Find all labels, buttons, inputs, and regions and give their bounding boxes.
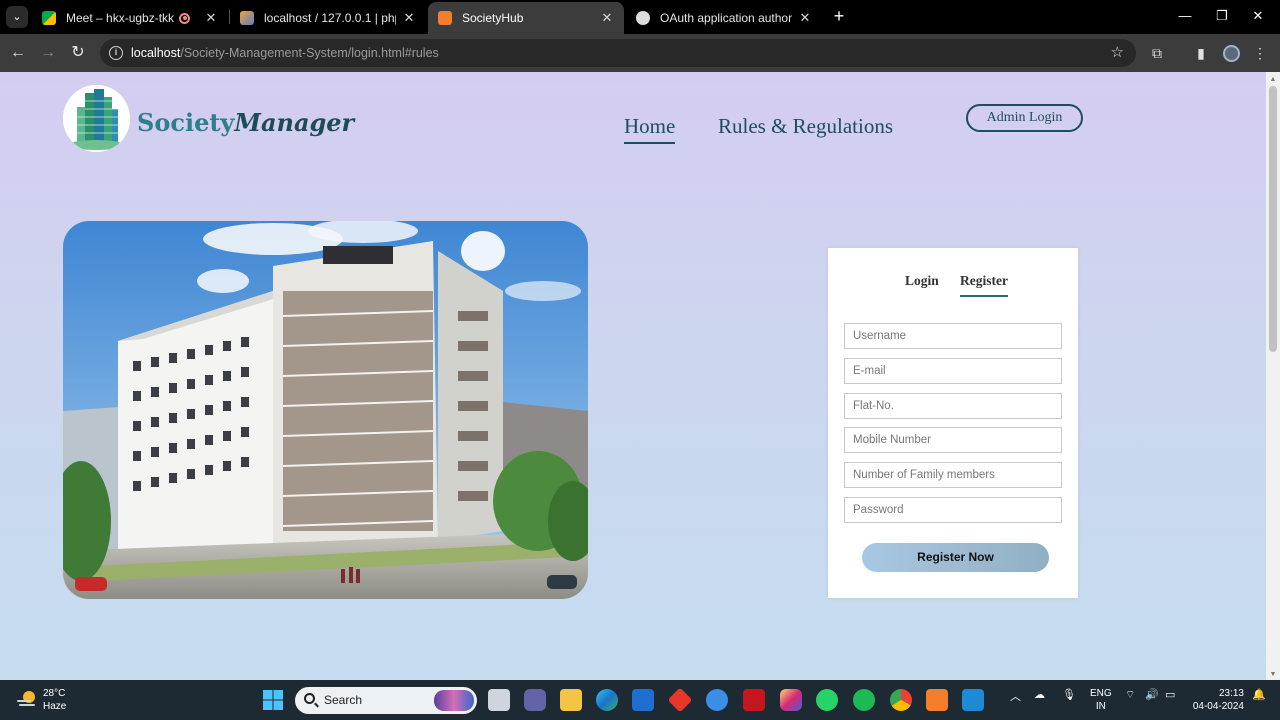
- hero-building-image: [63, 221, 588, 599]
- anydesk-icon[interactable]: [667, 687, 693, 713]
- battery-icon[interactable]: ▭: [1165, 688, 1175, 701]
- mobile-number-input[interactable]: [844, 427, 1062, 453]
- address-bar[interactable]: i localhost/Society-Management-System/lo…: [100, 39, 1136, 67]
- vscode-icon[interactable]: [962, 689, 984, 711]
- tab-phpmyadmin[interactable]: localhost / 127.0.0.1 | phpMyAd ✕: [230, 2, 426, 34]
- help-app-icon[interactable]: [706, 689, 728, 711]
- google-meet-icon: [42, 11, 56, 25]
- minimize-button[interactable]: —: [1175, 8, 1195, 23]
- url-text: localhost/Society-Management-System/logi…: [131, 46, 439, 60]
- phpmyadmin-icon: [240, 11, 254, 25]
- language-indicator[interactable]: ENG IN: [1090, 687, 1112, 713]
- apartment-building-illustration: [63, 221, 588, 599]
- page-scrollbar[interactable]: ▲ ▼: [1266, 72, 1280, 680]
- register-now-button[interactable]: Register Now: [862, 543, 1049, 572]
- xampp-icon: [438, 11, 452, 25]
- github-icon: [636, 11, 650, 25]
- site-logo[interactable]: [63, 85, 130, 152]
- tab-societyhub[interactable]: SocietyHub ✕: [428, 2, 624, 34]
- tab-search-button[interactable]: ⌄: [6, 6, 28, 28]
- page-viewport: SocietyManager Home Rules & Regulations …: [0, 72, 1266, 680]
- taskbar-search-box[interactable]: Search: [295, 687, 477, 714]
- tab-strip: ⌄ Meet – hkx-ugbz-tkk ✕ localhost / 127.…: [0, 0, 1280, 34]
- file-explorer-icon[interactable]: [560, 689, 582, 711]
- side-panel-icon[interactable]: ▮: [1191, 43, 1211, 63]
- profile-avatar[interactable]: [1223, 45, 1240, 62]
- onedrive-icon[interactable]: ☁: [1034, 688, 1045, 701]
- tab-login[interactable]: Login: [905, 273, 939, 289]
- volume-icon[interactable]: 🔊: [1145, 688, 1159, 701]
- forward-button[interactable]: →: [38, 43, 58, 63]
- restore-button[interactable]: ❐: [1212, 8, 1232, 24]
- scrollbar-thumb[interactable]: [1269, 86, 1277, 352]
- edge-browser-icon[interactable]: [596, 689, 618, 711]
- close-tab-icon[interactable]: ✕: [798, 10, 812, 26]
- tab-oauth[interactable]: OAuth application authorized ✕: [626, 2, 822, 34]
- building-logo-icon: [63, 85, 130, 152]
- spotify-icon[interactable]: [853, 689, 875, 711]
- password-input[interactable]: [844, 497, 1062, 523]
- admin-login-button[interactable]: Admin Login: [966, 104, 1083, 132]
- chrome-icon[interactable]: [890, 689, 912, 711]
- register-form-card: Login Register Register Now: [828, 248, 1078, 598]
- close-window-button[interactable]: ✕: [1248, 8, 1268, 24]
- close-tab-icon[interactable]: ✕: [600, 10, 614, 26]
- teams-chat-icon[interactable]: [524, 689, 546, 711]
- show-hidden-icons-chevron[interactable]: ︿: [1010, 688, 1021, 704]
- scroll-down-arrow-icon[interactable]: ▼: [1269, 671, 1277, 678]
- instagram-icon[interactable]: [780, 689, 802, 711]
- toolbar: ← → ↻ i localhost/Society-Management-Sys…: [0, 34, 1280, 72]
- xampp-icon[interactable]: [926, 689, 948, 711]
- tab-meet[interactable]: Meet – hkx-ugbz-tkk ✕: [32, 2, 228, 34]
- nav-home-link[interactable]: Home: [624, 114, 676, 144]
- haze-weather-icon: [17, 691, 35, 706]
- windows-start-icon[interactable]: [262, 689, 284, 711]
- extensions-icon[interactable]: ⧉: [1147, 43, 1167, 63]
- task-view-icon[interactable]: [488, 689, 510, 711]
- taskbar: 28°C Haze Search ︿ ☁ 🎙 ENG IN ⌔ 🔊 ▭ 23:1…: [0, 680, 1280, 720]
- site-brand[interactable]: SocietyManager: [137, 108, 354, 137]
- close-tab-icon[interactable]: ✕: [204, 10, 218, 26]
- back-button[interactable]: ←: [8, 43, 28, 63]
- scroll-up-arrow-icon[interactable]: ▲: [1269, 76, 1277, 83]
- site-info-icon[interactable]: i: [109, 46, 123, 60]
- wifi-icon[interactable]: ⌔: [1125, 688, 1135, 702]
- flat-number-input[interactable]: [844, 393, 1062, 419]
- menu-icon[interactable]: ⋮: [1250, 43, 1270, 63]
- whatsapp-icon[interactable]: [816, 689, 838, 711]
- recording-icon: [179, 12, 190, 24]
- search-icon: [304, 693, 315, 704]
- microphone-icon[interactable]: 🎙: [1062, 688, 1076, 701]
- tab-register[interactable]: Register: [960, 273, 1008, 297]
- close-tab-icon[interactable]: ✕: [402, 10, 416, 26]
- reload-button[interactable]: ↻: [68, 43, 88, 63]
- notification-bell-icon[interactable]: 🔔: [1252, 688, 1266, 701]
- email-input[interactable]: [844, 358, 1062, 384]
- search-highlight-art: [434, 690, 474, 711]
- clock[interactable]: 23:13 04-04-2024: [1192, 687, 1244, 713]
- weather-widget[interactable]: 28°C Haze: [43, 687, 66, 713]
- username-input[interactable]: [844, 323, 1062, 349]
- new-tab-button[interactable]: +: [828, 6, 850, 28]
- mcafee-icon[interactable]: [743, 689, 765, 711]
- family-members-input[interactable]: [844, 462, 1062, 488]
- nav-rules-link[interactable]: Rules & Regulations: [718, 114, 893, 139]
- bookmark-star-icon[interactable]: ☆: [1111, 43, 1124, 61]
- microsoft-store-icon[interactable]: [632, 689, 654, 711]
